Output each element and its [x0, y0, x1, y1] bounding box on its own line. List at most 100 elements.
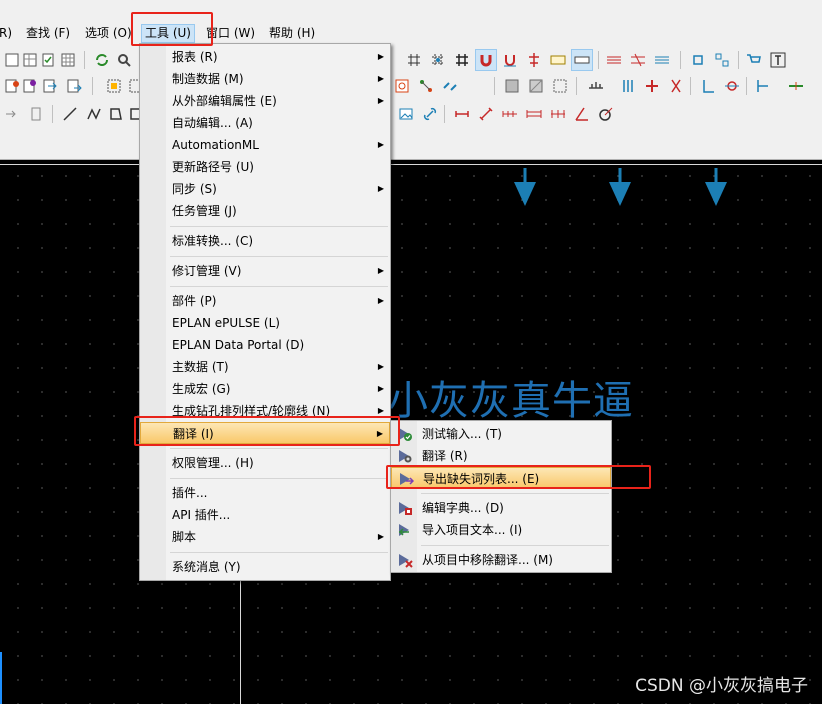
chain-dimension-icon[interactable]	[500, 104, 520, 124]
network-icon[interactable]	[416, 76, 436, 96]
grid-icon[interactable]	[404, 50, 424, 70]
baseline-dimension-icon[interactable]	[524, 104, 544, 124]
terminal-strip-icon[interactable]	[586, 76, 606, 96]
snap-grid-icon[interactable]	[428, 50, 448, 70]
down-arrow-icon	[514, 168, 536, 206]
refresh-icon[interactable]	[92, 50, 112, 70]
menu-bar: R) 查找 (F) 选项 (O) 工具 (U) 窗口 (W) 帮助 (H)	[0, 22, 822, 44]
menu-separator	[170, 552, 388, 553]
menu-separator	[421, 545, 609, 546]
aligned-dimension-icon[interactable]	[476, 104, 496, 124]
menu-item-auto-edit[interactable]: 自动编辑... (A)	[140, 112, 390, 134]
submenu-item-test-input[interactable]: 测试输入... (T)	[391, 423, 611, 445]
cross-connect-icon[interactable]	[642, 76, 662, 96]
menu-item-reports[interactable]: 报表 (R) ▶	[140, 46, 390, 68]
property-icon[interactable]	[2, 76, 22, 96]
menu-item-standard-conversion[interactable]: 标准转换... (C)	[140, 230, 390, 252]
checklist-icon[interactable]	[38, 50, 58, 70]
toolbar-area	[0, 44, 822, 202]
menu-item-rights-management[interactable]: 权限管理... (H)	[140, 452, 390, 474]
menu-item-manufacturing-data[interactable]: 制造数据 (M) ▶	[140, 68, 390, 90]
submenu-item-edit-dictionary[interactable]: 编辑字典... (D)	[391, 497, 611, 519]
page-property-icon[interactable]	[20, 76, 40, 96]
csdn-credit: CSDN @小灰灰搞电子	[635, 676, 808, 696]
cross-lines-icon[interactable]	[628, 50, 648, 70]
menu-item-revision-management[interactable]: 修订管理 (V) ▶	[140, 260, 390, 282]
line-break-icon[interactable]	[786, 76, 806, 96]
image-icon[interactable]	[396, 104, 416, 124]
hash-icon[interactable]	[452, 50, 472, 70]
toolbar-row-3	[0, 102, 822, 126]
edit-dictionary-icon	[399, 502, 412, 515]
menu-find[interactable]: 查找 (F)	[26, 25, 70, 42]
submenu-item-import-project-text[interactable]: 导入项目文本... (I)	[391, 519, 611, 541]
menu-item-master-data[interactable]: 主数据 (T) ▶	[140, 356, 390, 378]
polygon-tool-icon[interactable]	[106, 104, 126, 124]
polyline-tool-icon[interactable]	[84, 104, 104, 124]
counter-icon[interactable]	[548, 50, 568, 70]
callout-translate-item	[134, 416, 400, 446]
hyperlink-icon[interactable]	[420, 104, 440, 124]
toolbar-row-1	[0, 48, 822, 72]
toolbar-row-2	[0, 74, 822, 98]
submenu-item-remove-translation[interactable]: 从项目中移除翻译... (M)	[391, 549, 611, 571]
magnet-icon[interactable]	[475, 49, 497, 71]
dashed-frame-icon[interactable]	[550, 76, 570, 96]
page-icon[interactable]	[2, 50, 22, 70]
search-icon[interactable]	[114, 50, 134, 70]
menu-item-generate-macros[interactable]: 生成宏 (G) ▶	[140, 378, 390, 400]
angle-dimension-icon[interactable]	[572, 104, 592, 124]
dimension-icon[interactable]	[452, 104, 472, 124]
frame-icon[interactable]	[502, 76, 522, 96]
submenu-item-translate[interactable]: 翻译 (R)	[391, 445, 611, 467]
menu-item-parts[interactable]: 部件 (P) ▶	[140, 290, 390, 312]
cart-icon[interactable]	[744, 50, 764, 70]
link-icon[interactable]	[440, 76, 460, 96]
menu-item-eplan-data-portal[interactable]: EPLAN Data Portal (D)	[140, 334, 390, 356]
line-tool-icon[interactable]	[60, 104, 80, 124]
magnet-grid-icon[interactable]	[500, 50, 520, 70]
title-strip	[0, 0, 822, 22]
menu-item-sync[interactable]: 同步 (S) ▶	[140, 178, 390, 200]
menu-item-system-messages[interactable]: 系统消息 (Y)	[140, 556, 390, 578]
wave-lines-icon[interactable]	[604, 50, 624, 70]
document-export-icon[interactable]	[64, 76, 84, 96]
select-area-icon[interactable]	[104, 76, 124, 96]
node-icon[interactable]	[722, 76, 742, 96]
menu-window[interactable]: 窗口 (W)	[206, 25, 255, 42]
radius-dimension-icon[interactable]	[596, 104, 616, 124]
arrow-shape-icon[interactable]	[2, 104, 22, 124]
menu-item-scripts[interactable]: 脚本 ▶	[140, 526, 390, 548]
down-arrow-icon	[609, 168, 631, 206]
cable-icon[interactable]	[26, 104, 46, 124]
menu-item-edit-properties-externally[interactable]: 从外部编辑属性 (E) ▶	[140, 90, 390, 112]
hatch-lines-icon[interactable]	[652, 50, 672, 70]
branch-icon[interactable]	[666, 76, 686, 96]
menu-item-eplan-epulse[interactable]: EPLAN ePULSE (L)	[140, 312, 390, 334]
translate-icon	[399, 450, 412, 463]
menu-item-api-plugins[interactable]: API 插件...	[140, 504, 390, 526]
table-icon[interactable]	[58, 50, 78, 70]
grid-page-icon[interactable]	[20, 50, 40, 70]
document-arrow-icon[interactable]	[40, 76, 60, 96]
junction-icon[interactable]	[752, 76, 772, 96]
menu-help[interactable]: 帮助 (H)	[269, 25, 315, 42]
hatched-frame-icon[interactable]	[526, 76, 546, 96]
align-icon[interactable]	[524, 50, 544, 70]
angle-icon[interactable]	[698, 76, 718, 96]
menu-item-automationml[interactable]: AutomationML ▶	[140, 134, 390, 156]
busbar-icon[interactable]	[618, 76, 638, 96]
menu-item-update-path-numbers[interactable]: 更新路径号 (U)	[140, 156, 390, 178]
component-icon[interactable]	[688, 50, 708, 70]
menu-partial-view[interactable]: R)	[0, 25, 12, 42]
text-tool-icon[interactable]	[768, 50, 788, 70]
component-place-icon[interactable]	[392, 76, 412, 96]
incremental-dimension-icon[interactable]	[548, 104, 568, 124]
connection-icon[interactable]	[712, 50, 732, 70]
menu-options[interactable]: 选项 (O)	[85, 25, 132, 42]
menu-separator	[170, 478, 388, 479]
menu-item-plugins[interactable]: 插件...	[140, 482, 390, 504]
menu-item-task-management[interactable]: 任务管理 (J)	[140, 200, 390, 222]
input-field-icon[interactable]	[571, 49, 593, 71]
canvas-watermark-text: 小灰灰真牛逼	[388, 378, 634, 424]
